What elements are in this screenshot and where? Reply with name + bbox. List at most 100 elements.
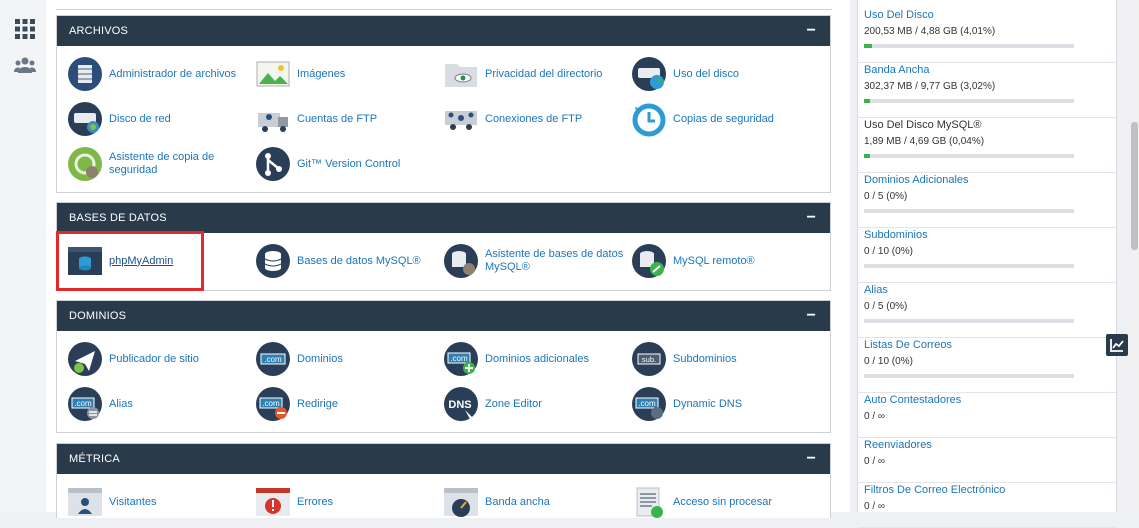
git-link[interactable]: Git™ Version Control (255, 146, 400, 182)
file-manager-icon (68, 57, 102, 91)
mysql-wizard-link[interactable]: Asistente de bases de datos MySQL® (443, 243, 625, 279)
svg-text:DNS: DNS (448, 399, 471, 411)
site-publisher-link[interactable]: Publicador de sitio (67, 341, 199, 377)
item-label: Asistente de bases de datos MySQL® (485, 248, 624, 273)
stat-value: 200,53 MB / 4,88 GB (4,01%) (864, 26, 996, 37)
svg-text:.com: .com (74, 399, 92, 408)
domains-link[interactable]: .com Dominios (255, 341, 343, 377)
remote-mysql-link[interactable]: MySQL remoto® (631, 243, 755, 279)
item-label: Administrador de archivos (109, 67, 237, 80)
stat-title[interactable]: Listas De Correos (864, 338, 1116, 352)
stat-value: 0 / 5 (0%) (864, 301, 908, 312)
stat-title[interactable]: Reenviadores (864, 438, 1116, 452)
images-link[interactable]: Imágenes (255, 56, 345, 92)
scrollbar-track[interactable] (1130, 0, 1139, 512)
collapse-button[interactable]: − (806, 210, 816, 226)
addon-domains-link[interactable]: .com Dominios adicionales (443, 341, 589, 377)
item-label: Redirige (297, 397, 338, 410)
stat-title[interactable]: Banda Ancha (864, 63, 1116, 77)
item-label: MySQL remoto® (673, 254, 755, 267)
stat-title[interactable]: Filtros De Correo Electrónico (864, 483, 1116, 497)
bandwidth-icon (444, 488, 478, 517)
item-label: Dominios (297, 352, 343, 365)
stat-title[interactable]: Uso Del Disco (864, 8, 1116, 22)
panel-header: MÉTRICA − (57, 444, 830, 474)
item-label: Copias de seguridad (673, 112, 774, 125)
visitors-link[interactable]: Visitantes (67, 484, 157, 520)
ftp-connections-link[interactable]: Conexiones de FTP (443, 101, 582, 137)
collapse-button[interactable]: − (806, 23, 816, 39)
users-icon[interactable] (14, 55, 36, 77)
dynamic-dns-link[interactable]: .com Dynamic DNS (631, 386, 742, 422)
collapse-button[interactable]: − (806, 308, 816, 324)
panel-archivos: ARCHIVOS − Administrador de archivos Imá… (56, 15, 831, 193)
ftp-accounts-icon (258, 113, 288, 132)
stat-row: Uso Del Disco 200,53 MB / 4,88 GB (4,01%) (858, 8, 1116, 63)
usage-bar-fill (864, 99, 871, 103)
errors-icon (256, 488, 290, 516)
network-disk-link[interactable]: Disco de red (67, 101, 171, 137)
redirects-link[interactable]: .com Redirige (255, 386, 338, 422)
usage-bar-fill (864, 44, 873, 48)
collapse-button[interactable]: − (806, 451, 816, 467)
raw-access-link[interactable]: Acceso sin procesar (631, 484, 772, 520)
panel-header: DOMINIOS − (57, 301, 830, 331)
stat-row: Banda Ancha 302,37 MB / 9,77 GB (3,02%) (858, 63, 1116, 118)
directory-privacy-icon (445, 64, 477, 87)
stat-value: 1,89 MB / 4,69 GB (0,04%) (864, 136, 985, 147)
usage-bar (864, 154, 1074, 158)
svg-text:.com: .com (450, 354, 468, 363)
stat-row: Uso Del Disco MySQL® 1,89 MB / 4,69 GB (0… (858, 118, 1116, 173)
item-label: Git™ Version Control (297, 157, 401, 170)
chart-button[interactable] (1106, 334, 1128, 356)
item-label: Bases de datos MySQL® (297, 254, 421, 267)
item-label: Zone Editor (485, 397, 542, 410)
errors-link[interactable]: Errores (255, 484, 333, 520)
backup-wizard-icon (68, 147, 102, 181)
file-manager-link[interactable]: Administrador de archivos (67, 56, 236, 92)
svg-text:.com: .com (638, 399, 656, 408)
stat-title[interactable]: Subdominios (864, 228, 1116, 242)
grid-icon[interactable] (14, 18, 36, 40)
scrollbar-thumb[interactable] (1131, 122, 1138, 250)
mysql-databases-link[interactable]: Bases de datos MySQL® (255, 243, 421, 279)
stat-title[interactable]: Dominios Adicionales (864, 173, 1116, 187)
stat-row: Reenviadores 0 / ∞ (858, 438, 1116, 483)
item-label: Visitantes (109, 495, 157, 508)
panel-title: BASES DE DATOS (69, 212, 167, 224)
subdomains-link[interactable]: sub. Subdominios (631, 341, 737, 377)
item-label: Privacidad del directorio (485, 67, 603, 80)
svg-text:.com: .com (264, 355, 282, 364)
item-label: Conexiones de FTP (485, 112, 583, 125)
zone-editor-link[interactable]: DNS Zone Editor (443, 386, 542, 422)
stat-title[interactable]: Auto Contestadores (864, 393, 1116, 407)
item-label: Cuentas de FTP (297, 112, 378, 125)
panel-title: DOMINIOS (69, 310, 127, 322)
item-label: Publicador de sitio (109, 352, 199, 365)
disk-usage-link[interactable]: Uso del disco (631, 56, 739, 92)
backup-link[interactable]: Copias de seguridad (631, 101, 774, 137)
bandwidth-link[interactable]: Banda ancha (443, 484, 550, 520)
item-label: Asistente de copia de seguridad (109, 151, 215, 176)
remote-mysql-icon (632, 244, 666, 278)
stat-row: Subdominios 0 / 10 (0%) (858, 228, 1116, 283)
dynamic-dns-icon: .com (632, 387, 666, 421)
usage-bar (864, 44, 1074, 48)
aliases-link[interactable]: .com Alias (67, 386, 133, 422)
directory-privacy-link[interactable]: Privacidad del directorio (443, 56, 602, 92)
svg-text:.com: .com (262, 399, 280, 408)
item-label: Uso del disco (673, 67, 740, 80)
raw-access-icon (636, 487, 663, 518)
usage-bar (864, 209, 1074, 213)
disk-usage-icon (632, 57, 666, 91)
stat-value: 0 / 10 (0%) (864, 356, 913, 367)
stat-title[interactable]: Alias (864, 283, 1116, 297)
usage-bar-fill (864, 154, 870, 158)
stat-value: 302,37 MB / 9,77 GB (3,02%) (864, 81, 996, 92)
backup-wizard-link[interactable]: Asistente de copia de seguridad (67, 146, 249, 182)
item-label: Disco de red (109, 112, 171, 125)
svg-text:sub.: sub. (642, 355, 656, 364)
stats-panel: Uso Del Disco 200,53 MB / 4,88 GB (4,01%)… (857, 0, 1117, 528)
ftp-accounts-link[interactable]: Cuentas de FTP (255, 101, 377, 137)
stat-row: Dominios Adicionales 0 / 5 (0%) (858, 173, 1116, 228)
